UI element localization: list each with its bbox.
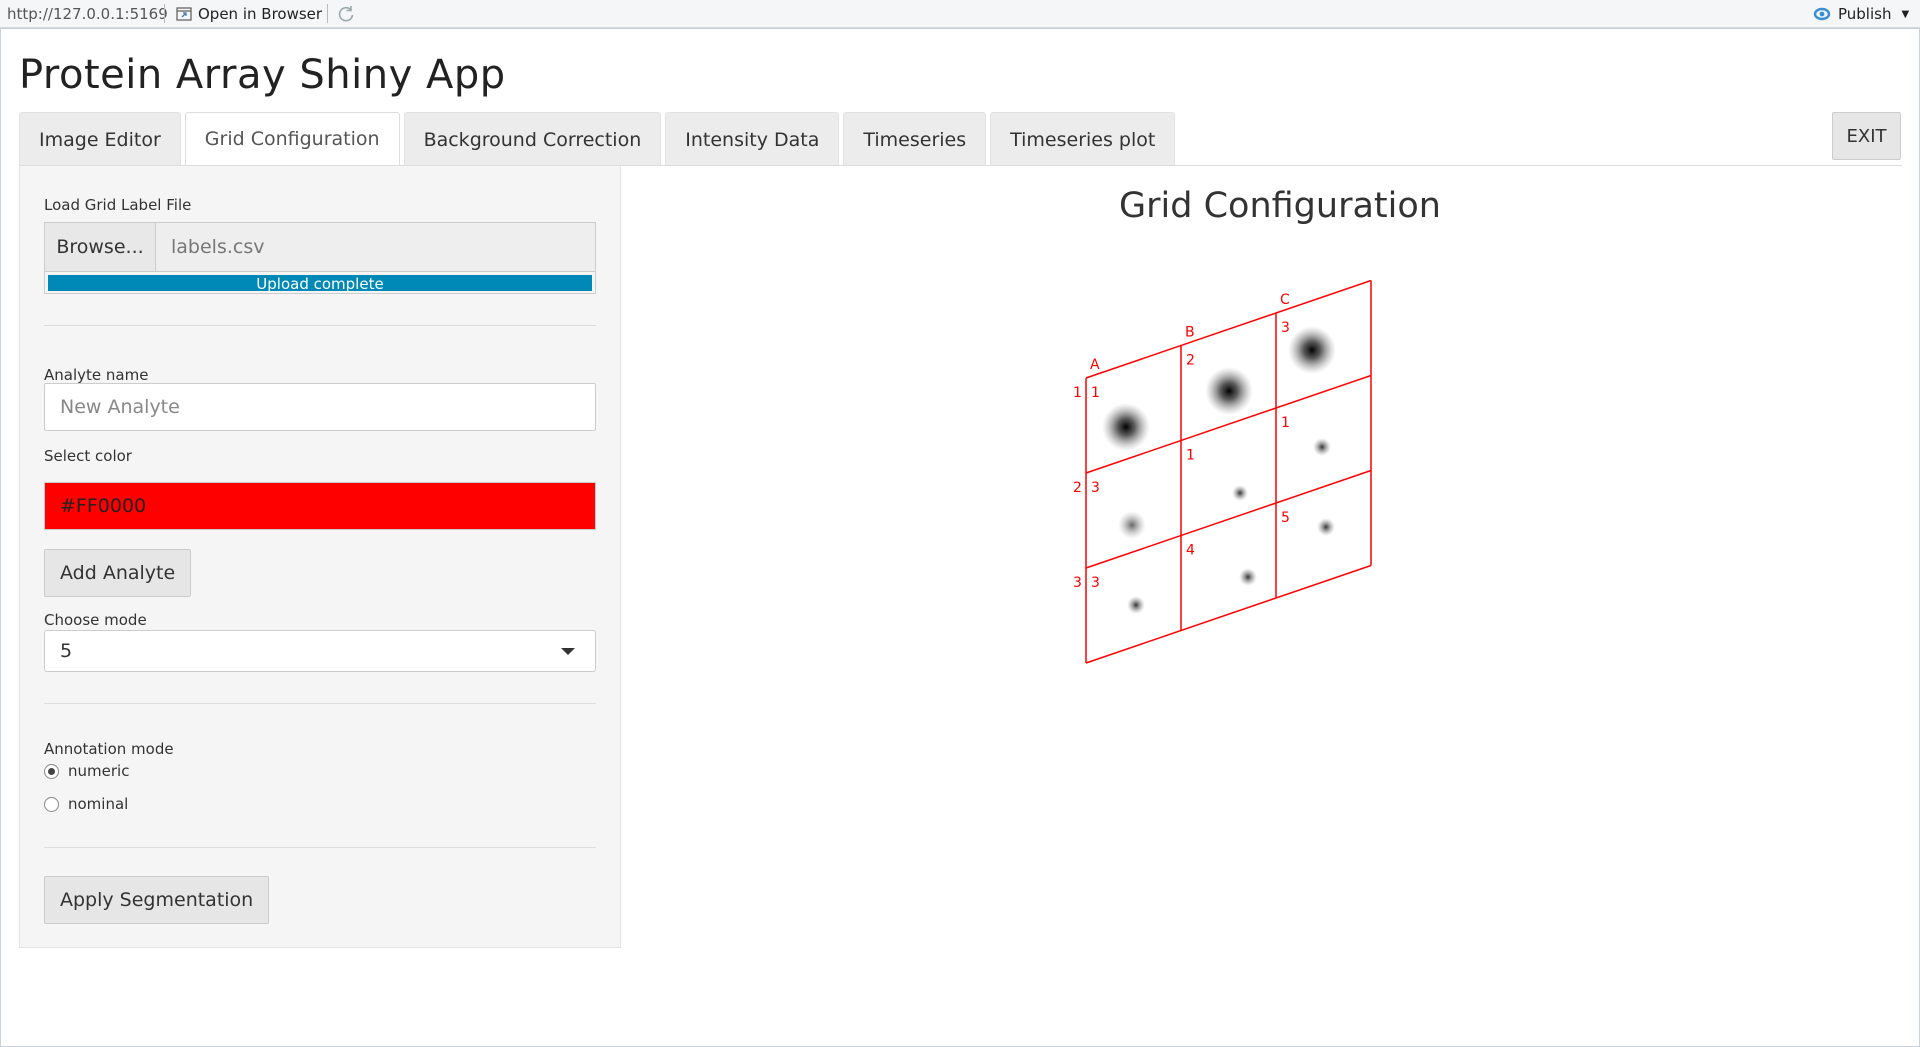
mode-select-value: 5 bbox=[60, 640, 73, 662]
chevron-down-icon: ▼ bbox=[1901, 8, 1910, 20]
sidebar-panel: Load Grid Label File Browse... labels.cs… bbox=[19, 166, 621, 948]
publish-label: Publish bbox=[1838, 5, 1892, 23]
upload-progress-bar: Upload complete bbox=[48, 275, 592, 291]
array-spot bbox=[1239, 568, 1257, 586]
cell-label: 4 bbox=[1186, 543, 1195, 559]
cell-label: 1 bbox=[1091, 385, 1100, 401]
analyte-name-field[interactable] bbox=[44, 383, 596, 431]
chevron-down-icon bbox=[561, 648, 575, 655]
tab-timeseries-plot[interactable]: Timeseries plot bbox=[990, 112, 1176, 166]
array-spot bbox=[1118, 511, 1146, 539]
array-spot bbox=[1127, 596, 1145, 614]
tab-bar: Image Editor Grid Configuration Backgrou… bbox=[19, 112, 1176, 166]
file-name-field: labels.csv bbox=[156, 223, 595, 271]
array-spot bbox=[1232, 485, 1248, 501]
row-label: 2 bbox=[1073, 480, 1082, 496]
cell-label: 2 bbox=[1186, 353, 1195, 369]
analyte-name-label: Analyte name bbox=[44, 366, 149, 384]
toolbar-separator bbox=[164, 4, 165, 23]
array-spot bbox=[1102, 403, 1150, 451]
analyte-name-input[interactable] bbox=[60, 396, 595, 418]
array-spot bbox=[1205, 367, 1253, 415]
viewer-url[interactable]: http://127.0.0.1:5169 bbox=[7, 5, 168, 23]
tab-grid-configuration[interactable]: Grid Configuration bbox=[184, 112, 400, 166]
cell-label: 3 bbox=[1091, 480, 1100, 496]
publish-button[interactable]: Publish ▼ bbox=[1812, 3, 1909, 25]
array-spot bbox=[1313, 438, 1331, 456]
file-input[interactable]: Browse... labels.csv bbox=[44, 222, 596, 272]
divider bbox=[44, 847, 596, 848]
radio-numeric-label: numeric bbox=[68, 762, 130, 780]
exit-button[interactable]: EXIT bbox=[1832, 112, 1901, 160]
tab-background-correction[interactable]: Background Correction bbox=[403, 112, 662, 166]
column-label: B bbox=[1185, 325, 1195, 341]
publish-icon bbox=[1813, 7, 1831, 21]
array-spots bbox=[1102, 326, 1336, 614]
cell-label: 3 bbox=[1091, 575, 1100, 591]
color-picker[interactable]: #FF0000 bbox=[44, 482, 596, 530]
select-color-label: Select color bbox=[44, 447, 132, 465]
add-analyte-button[interactable]: Add Analyte bbox=[44, 549, 192, 597]
radio-numeric[interactable]: numeric bbox=[44, 762, 129, 780]
row-label: 3 bbox=[1073, 575, 1082, 591]
tab-timeseries[interactable]: Timeseries bbox=[843, 112, 987, 166]
radio-nominal-label: nominal bbox=[68, 795, 129, 813]
tab-intensity-data[interactable]: Intensity Data bbox=[665, 112, 840, 166]
column-label: C bbox=[1280, 292, 1290, 308]
grid-plot[interactable]: ABC123123311345 bbox=[1040, 280, 1400, 680]
upload-progress: Upload complete bbox=[44, 272, 596, 294]
row-label: 1 bbox=[1073, 385, 1082, 401]
grid-label-file-label: Load Grid Label File bbox=[44, 196, 192, 214]
browser-window-icon bbox=[176, 7, 192, 21]
radio-button[interactable] bbox=[44, 763, 59, 779]
choose-mode-label: Choose mode bbox=[44, 611, 147, 629]
divider bbox=[44, 703, 596, 704]
grid-line bbox=[1085, 564, 1372, 664]
refresh-icon[interactable] bbox=[336, 4, 356, 24]
array-spot bbox=[1288, 326, 1336, 374]
page-title: Protein Array Shiny App bbox=[19, 52, 506, 98]
column-label: A bbox=[1090, 357, 1100, 373]
viewer-toolbar: http://127.0.0.1:5169 Open in Browser Pu… bbox=[0, 0, 1920, 28]
tab-image-editor[interactable]: Image Editor bbox=[19, 112, 181, 166]
array-spot bbox=[1317, 518, 1335, 536]
apply-segmentation-button[interactable]: Apply Segmentation bbox=[44, 876, 270, 924]
cell-label: 5 bbox=[1281, 510, 1290, 526]
mode-select[interactable]: 5 bbox=[44, 630, 596, 672]
cell-label: 1 bbox=[1186, 448, 1195, 464]
plot-title: Grid Configuration bbox=[1119, 186, 1441, 226]
toolbar-separator bbox=[327, 4, 328, 23]
cell-label: 1 bbox=[1281, 415, 1290, 431]
divider bbox=[44, 325, 596, 326]
radio-nominal[interactable]: nominal bbox=[44, 795, 128, 813]
annotation-mode-label: Annotation mode bbox=[44, 740, 174, 758]
cell-label: 3 bbox=[1281, 320, 1290, 336]
browse-button[interactable]: Browse... bbox=[45, 223, 156, 271]
open-in-browser-button[interactable]: Open in Browser bbox=[176, 3, 322, 25]
radio-button[interactable] bbox=[44, 796, 59, 812]
open-in-browser-label: Open in Browser bbox=[198, 5, 323, 23]
